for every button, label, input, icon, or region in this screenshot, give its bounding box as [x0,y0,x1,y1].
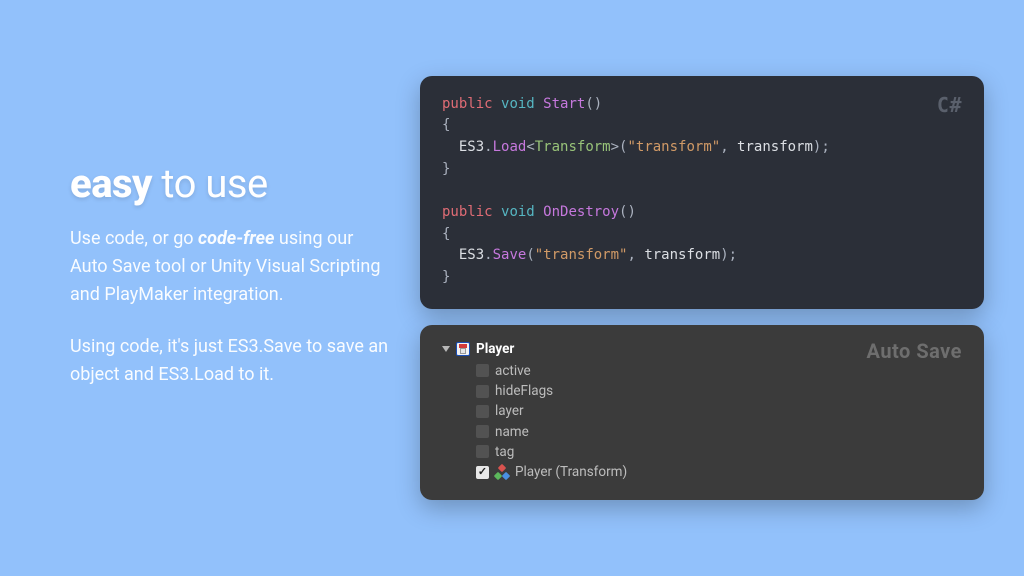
transform-icon [495,465,509,479]
paragraph-1: Use code, or go code-free using our Auto… [70,225,390,309]
tree-row-label: name [495,422,529,442]
tree-children: activehideFlagslayernametagPlayer (Trans… [442,361,962,483]
checkbox[interactable] [476,364,489,377]
headline-bold: easy [70,160,152,207]
headline: easy to use [70,163,390,205]
marketing-copy: easy to use Use code, or go code-free us… [70,163,390,412]
checkbox[interactable] [476,466,489,479]
paragraph-2: Using code, it's just ES3.Save to save a… [70,333,390,389]
tree-row-label: layer [495,401,524,421]
code-lang-badge: C# [937,90,962,121]
tree-row-label: tag [495,442,514,462]
checkbox[interactable] [476,425,489,438]
checkbox[interactable] [476,445,489,458]
headline-rest: to use [152,160,268,207]
code-block: public void Start() { ES3.Load<Transform… [442,94,962,289]
tree-row-label: active [495,361,531,381]
autosave-panel: Auto Save Player activehideFlagslayernam… [420,325,984,501]
expand-triangle-icon[interactable] [442,346,450,352]
checkbox[interactable] [476,385,489,398]
tree-row[interactable]: active [476,361,962,381]
autosave-badge: Auto Save [867,339,962,363]
save-disk-icon [456,342,470,356]
tree-row[interactable]: layer [476,401,962,421]
tree-row-label: Player (Transform) [515,462,627,482]
tree-row[interactable]: Player (Transform) [476,462,962,482]
demo-column: C# public void Start() { ES3.Load<Transf… [420,76,984,501]
tree-row-label: hideFlags [495,381,553,401]
checkbox[interactable] [476,405,489,418]
tree-root-label: Player [476,341,514,357]
tree-row[interactable]: hideFlags [476,381,962,401]
code-sample-panel: C# public void Start() { ES3.Load<Transf… [420,76,984,309]
tree-row[interactable]: tag [476,442,962,462]
tree-row[interactable]: name [476,422,962,442]
code-free-em: code-free [198,228,274,249]
